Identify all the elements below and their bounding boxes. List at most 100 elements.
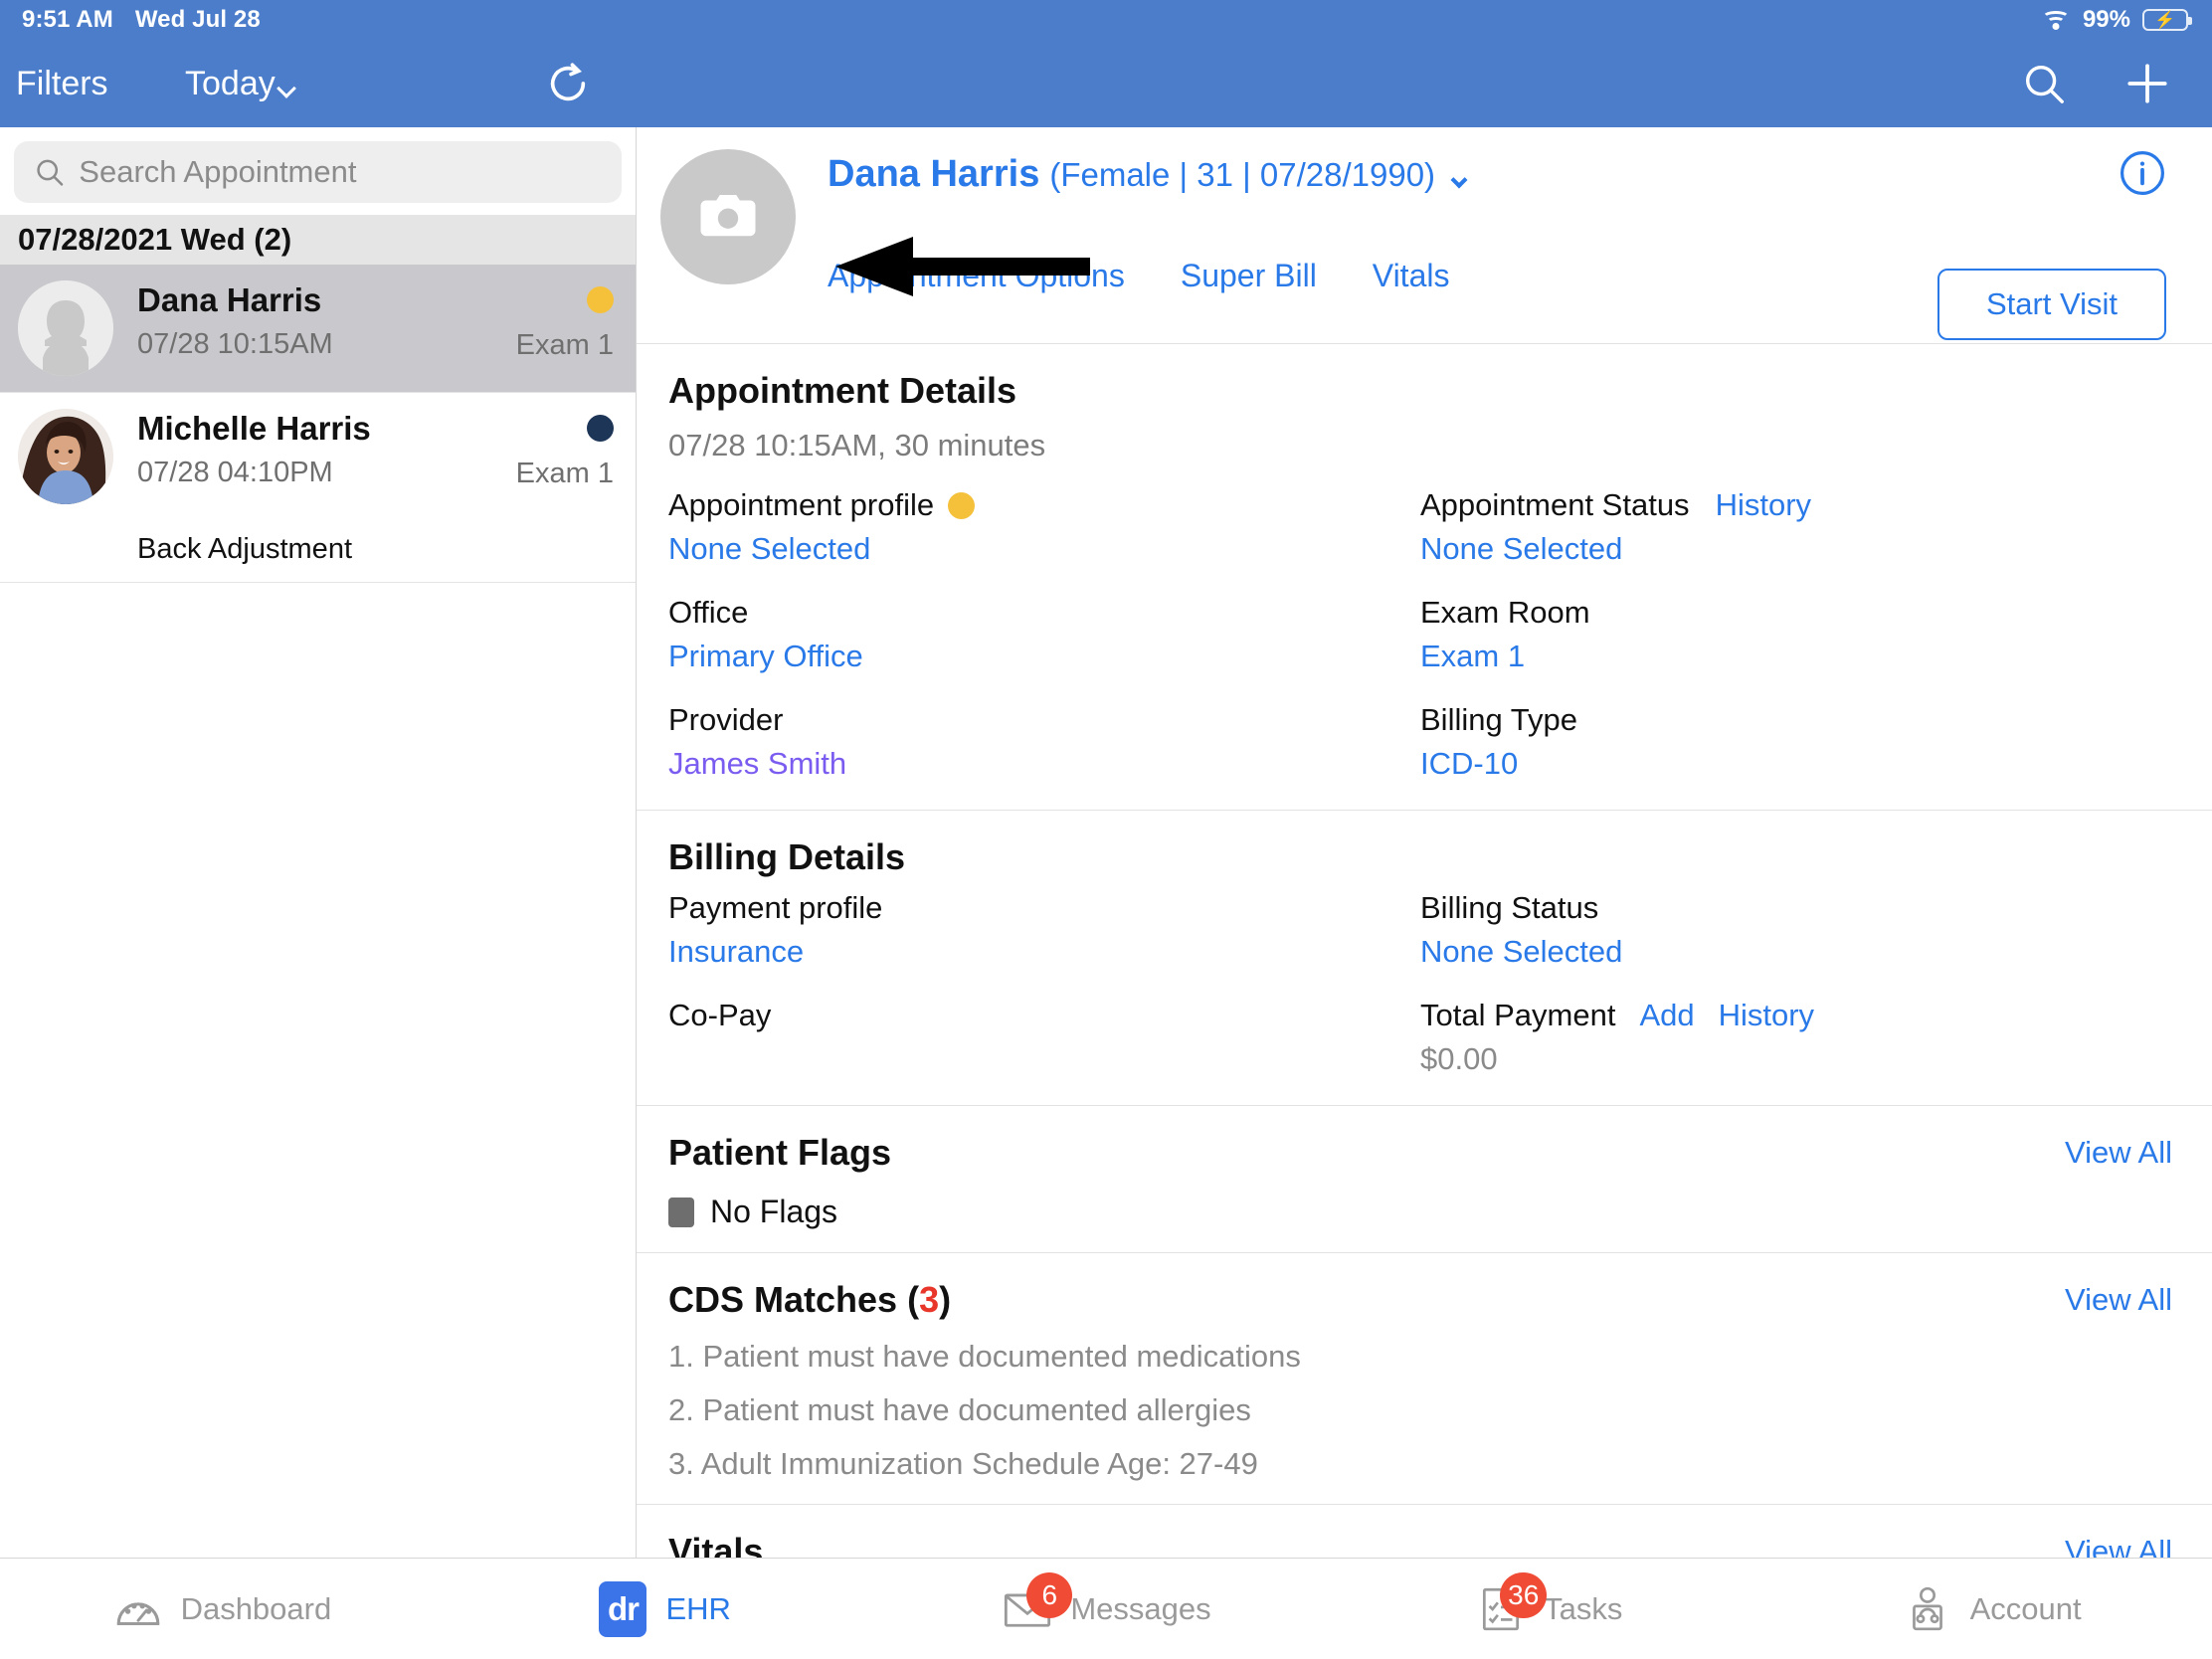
gauge-icon xyxy=(111,1582,165,1636)
patient-header: Dana Harris (Female | 31 | 07/28/1990) A… xyxy=(637,127,2212,344)
field-provider: Provider James Smith xyxy=(668,702,1420,782)
patient-meta: (Female | 31 | 07/28/1990) xyxy=(1049,156,1436,193)
tab-label: Account xyxy=(1969,1590,2082,1626)
tab-label: Messages xyxy=(1070,1590,1211,1626)
status-badge xyxy=(587,415,614,442)
field-label: Office xyxy=(668,595,749,630)
field-value[interactable]: ICD-10 xyxy=(1420,746,2172,782)
bottom-tab-bar: Dashboard dr EHR 6 Messages 36 Tasks Acc… xyxy=(0,1558,2212,1659)
status-bar-right: 99% ⚡ xyxy=(2041,6,2192,34)
status-time: 9:51 AM xyxy=(22,6,113,33)
super-bill-link[interactable]: Super Bill xyxy=(1181,258,1317,294)
appointment-patient-name: Dana Harris xyxy=(137,281,322,318)
body-split: 07/28/2021 Wed (2) Dana Harris 07/28 10:… xyxy=(0,127,2212,1558)
field-label: Appointment profile xyxy=(668,487,935,522)
search-input[interactable] xyxy=(79,154,602,190)
patient-flags-section: Patient Flags View All No Flags xyxy=(637,1106,2212,1253)
tab-messages[interactable]: 6 Messages xyxy=(885,1571,1328,1636)
field-label: Appointment Status xyxy=(1420,487,1690,522)
messages-badge: 6 xyxy=(1026,1571,1073,1618)
appointment-time: 07/28 04:10PM xyxy=(137,456,333,488)
cds-matches-section: CDS Matches (3) View All 1. Patient must… xyxy=(637,1253,2212,1505)
field-billing-status: Billing Status None Selected xyxy=(1420,890,2172,970)
day-header: 07/28/2021 Wed (2) xyxy=(0,215,636,265)
dr-logo-icon: dr xyxy=(596,1580,649,1637)
status-date: Wed Jul 28 xyxy=(134,6,261,33)
field-value[interactable]: None Selected xyxy=(1420,934,2172,970)
patient-photo-placeholder[interactable] xyxy=(660,149,796,284)
tab-label: EHR xyxy=(665,1590,731,1626)
search-icon[interactable] xyxy=(2019,59,2069,108)
field-value[interactable]: Exam 1 xyxy=(1420,639,2172,674)
flag-swatch-icon xyxy=(668,1197,694,1227)
appointment-profile-color-dot xyxy=(948,491,976,519)
field-exam-room: Exam Room Exam 1 xyxy=(1420,595,2172,674)
tab-dashboard[interactable]: Dashboard xyxy=(0,1582,443,1636)
total-payment-add-link[interactable]: Add xyxy=(1639,998,1694,1033)
status-bar-left: 9:51 AM Wed Jul 28 xyxy=(22,6,261,34)
patient-flag-row: No Flags xyxy=(668,1194,2172,1230)
vitals-view-all-link[interactable]: View All xyxy=(2065,1534,2172,1558)
list-item[interactable]: Michelle Harris 07/28 04:10PM Back Adjus… xyxy=(0,393,636,583)
field-value[interactable]: James Smith xyxy=(668,746,1420,782)
checklist-icon: 36 xyxy=(1474,1571,1548,1636)
section-title: Billing Details xyxy=(668,836,906,877)
tasks-badge: 36 xyxy=(1500,1571,1548,1618)
total-payment-history-link[interactable]: History xyxy=(1719,998,1814,1033)
field-label: Total Payment xyxy=(1420,998,1616,1032)
appointment-datetime: 07/28 10:15AM, 30 minutes xyxy=(668,428,1046,462)
info-icon[interactable] xyxy=(2119,149,2166,197)
details-scroll-area[interactable]: Appointment Details 07/28 10:15AM, 30 mi… xyxy=(637,344,2212,1558)
tab-account[interactable]: Account xyxy=(1769,1582,2212,1636)
field-value[interactable]: Insurance xyxy=(668,934,1420,970)
section-title: Appointment Details xyxy=(668,370,1017,411)
filters-button[interactable]: Filters xyxy=(16,65,108,103)
appointment-patient-name: Michelle Harris xyxy=(137,410,371,447)
field-label: Billing Type xyxy=(1420,702,1577,737)
field-label: Provider xyxy=(668,702,784,737)
cds-matches-view-all-link[interactable]: View All xyxy=(2065,1282,2172,1318)
field-billing-type: Billing Type ICD-10 xyxy=(1420,702,2172,782)
today-dropdown[interactable]: Today xyxy=(185,64,296,103)
refresh-icon[interactable] xyxy=(545,61,591,106)
appointment-reason: Back Adjustment xyxy=(137,532,352,565)
field-label: Co-Pay xyxy=(668,998,772,1032)
chevron-down-icon[interactable] xyxy=(1450,171,1468,189)
appointment-room: Exam 1 xyxy=(515,329,614,361)
field-value[interactable]: Primary Office xyxy=(668,639,1420,674)
patient-flags-view-all-link[interactable]: View All xyxy=(2065,1135,2172,1171)
avatar xyxy=(18,409,113,504)
search-appointment-box[interactable] xyxy=(14,141,622,203)
nav-bar: Filters Today xyxy=(0,40,2212,127)
field-value[interactable]: None Selected xyxy=(668,531,1420,567)
appointment-fields-grid: Appointment profile None Selected Appoin… xyxy=(668,487,2172,788)
envelope-icon: 6 xyxy=(1001,1571,1073,1636)
cds-title-suffix: ) xyxy=(939,1279,952,1320)
battery-percent-label: 99% xyxy=(2082,6,2130,33)
person-headset-icon xyxy=(1901,1582,1954,1636)
vitals-link[interactable]: Vitals xyxy=(1373,258,1450,294)
patient-name-row[interactable]: Dana Harris (Female | 31 | 07/28/1990) xyxy=(828,153,2212,196)
billing-details-section: Billing Details Payment profile Insuranc… xyxy=(637,811,2212,1106)
today-label: Today xyxy=(185,64,276,102)
list-item-right: Exam 1 xyxy=(516,409,614,566)
search-icon xyxy=(37,159,64,186)
field-office: Office Primary Office xyxy=(668,595,1420,674)
avatar xyxy=(18,280,113,376)
list-item[interactable]: Dana Harris 07/28 10:15AM Exam 1 xyxy=(0,265,636,393)
start-visit-button[interactable]: Start Visit xyxy=(1937,269,2166,340)
field-label: Payment profile xyxy=(668,890,883,925)
appointment-options-link[interactable]: Appointment Options xyxy=(828,258,1125,294)
tab-label: Dashboard xyxy=(180,1590,332,1626)
appointment-status-history-link[interactable]: History xyxy=(1716,487,1811,523)
plus-icon[interactable] xyxy=(2122,59,2172,108)
list-item: 2. Patient must have documented allergie… xyxy=(668,1392,1251,1427)
nav-bar-left: Filters Today xyxy=(0,40,637,127)
field-payment-profile: Payment profile Insurance xyxy=(668,890,1420,970)
nav-bar-right xyxy=(637,59,2212,108)
battery-charging-icon: ⚡ xyxy=(2142,9,2192,31)
field-value[interactable]: None Selected xyxy=(1420,531,2172,567)
tab-tasks[interactable]: 36 Tasks xyxy=(1327,1571,1769,1636)
field-label: Exam Room xyxy=(1420,595,1590,630)
tab-ehr[interactable]: dr EHR xyxy=(443,1580,885,1637)
